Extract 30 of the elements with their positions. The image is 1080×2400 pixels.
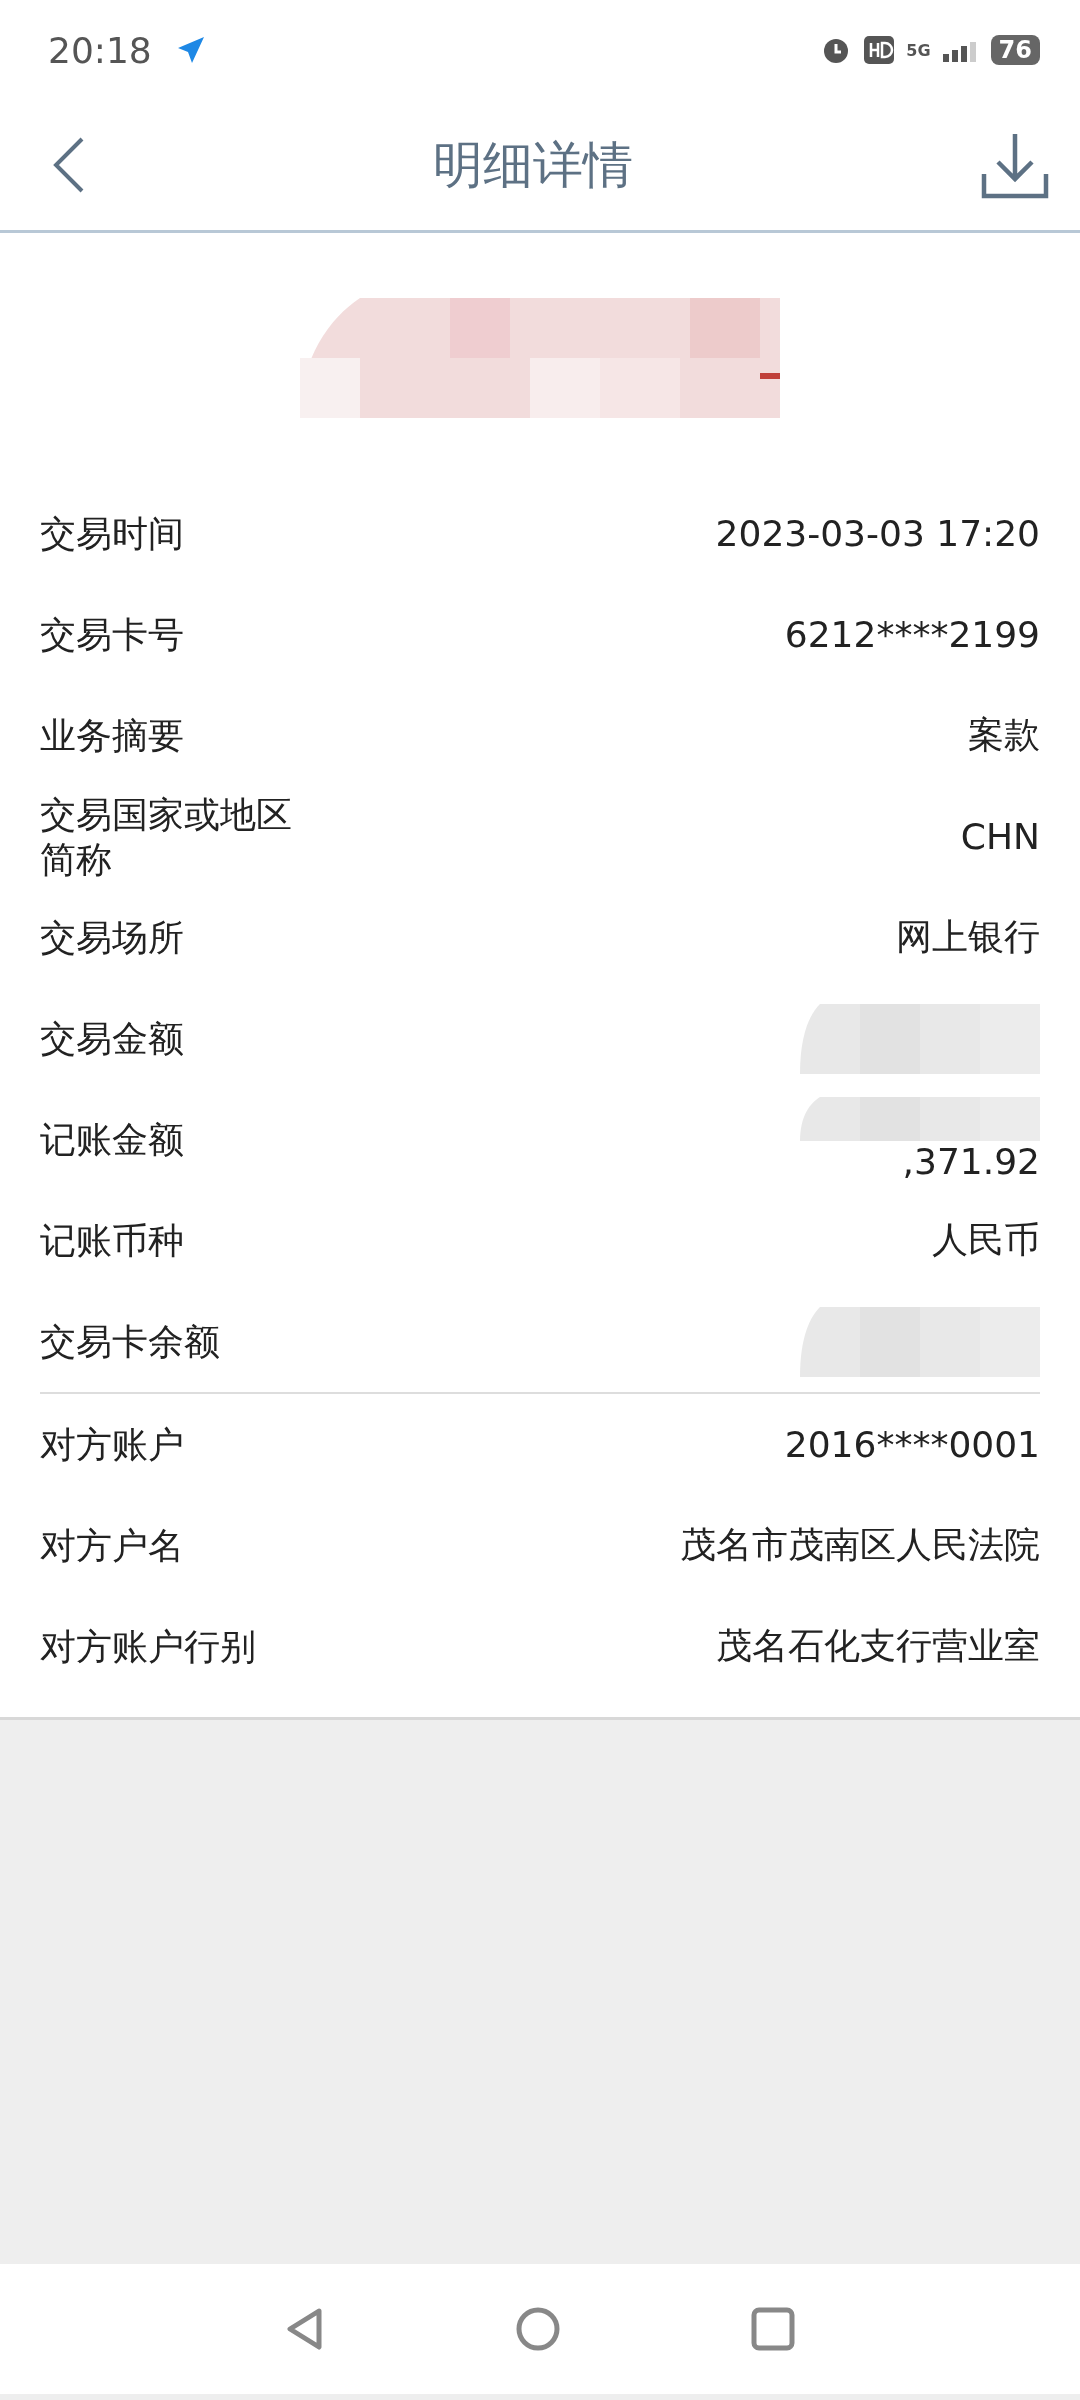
field-value: CHN bbox=[960, 816, 1040, 857]
home-icon[interactable] bbox=[515, 2306, 561, 2352]
network-label: 5G bbox=[906, 40, 931, 60]
field-value: 6212****2199 bbox=[784, 614, 1040, 655]
field-value: ,371.92 bbox=[902, 1141, 1040, 1182]
field-label: 对方户名 bbox=[40, 1524, 184, 1568]
field-label: 交易时间 bbox=[40, 512, 184, 556]
battery-level: 76 bbox=[990, 35, 1040, 65]
recents-icon[interactable] bbox=[751, 2307, 795, 2351]
field-value: 茂名石化支行营业室 bbox=[716, 1624, 1040, 1668]
field-value: 2016****0001 bbox=[784, 1424, 1040, 1465]
field-value: 案款 bbox=[968, 713, 1040, 757]
field-label: 交易场所 bbox=[40, 916, 184, 960]
field-label: 交易卡余额 bbox=[40, 1320, 220, 1364]
field-value: 网上银行 bbox=[896, 915, 1040, 959]
hd-icon bbox=[864, 36, 895, 64]
field-label: 交易国家或地区简称 bbox=[40, 792, 293, 882]
field-label: 记账金额 bbox=[40, 1118, 184, 1162]
page-title: 明细详情 bbox=[433, 134, 633, 196]
field-label: 对方账户 bbox=[40, 1423, 184, 1467]
back-icon[interactable] bbox=[285, 2307, 325, 2351]
field-value: 2023-03-03 17:20 bbox=[715, 513, 1040, 554]
clock-time: 20:18 bbox=[48, 29, 152, 71]
field-label: 对方账户行别 bbox=[40, 1625, 256, 1669]
field-label: 业务摘要 bbox=[40, 714, 184, 758]
field-value: 茂名市茂南区人民法院 bbox=[680, 1523, 1040, 1567]
field-value: 人民币 bbox=[932, 1218, 1040, 1262]
field-label: 交易卡号 bbox=[40, 613, 184, 657]
field-label: 记账币种 bbox=[40, 1219, 184, 1263]
field-label: 交易金额 bbox=[40, 1017, 184, 1061]
